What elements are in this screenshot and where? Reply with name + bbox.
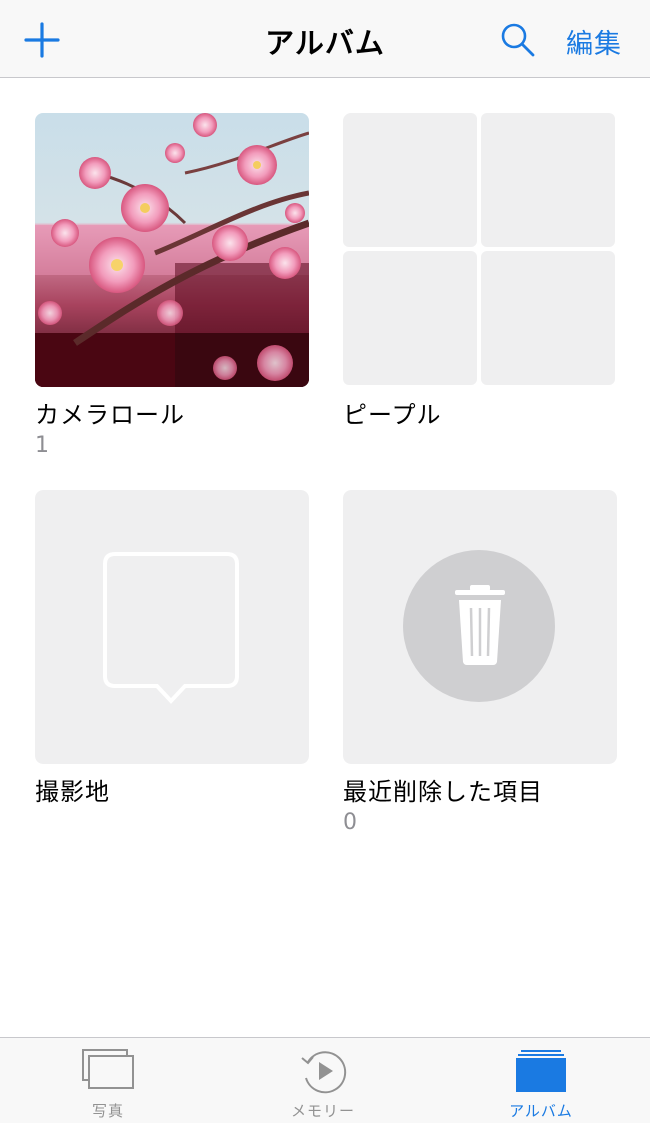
places-thumbnail[interactable]: [35, 490, 309, 764]
search-icon: [501, 23, 535, 57]
albums-screen: アルバム 編集 カメラロール 1 ピープル 撮影地 最近削除した項目 0 写真 …: [0, 0, 650, 1123]
album-people[interactable]: ピープル: [343, 113, 617, 429]
tab-label: メモリー: [290, 1102, 355, 1120]
tab-bar: 写真 メモリー アルバム: [0, 1037, 650, 1123]
edit-button[interactable]: 編集: [566, 22, 622, 61]
album-places[interactable]: 撮影地: [35, 490, 309, 806]
people-placeholder-cell: [481, 113, 615, 247]
album-title: カメラロール: [35, 401, 185, 429]
album-title: 撮影地: [35, 778, 110, 806]
album-count: 0: [343, 810, 357, 835]
trash-icon: [403, 550, 555, 702]
people-placeholder-cell: [343, 251, 477, 385]
photos-icon: [82, 1049, 134, 1089]
album-recently-deleted[interactable]: 最近削除した項目 0: [343, 490, 617, 835]
tab-label: アルバム: [509, 1102, 573, 1120]
cherry-blossom-photo: [35, 113, 309, 387]
page-title: アルバム: [265, 26, 385, 60]
camera-roll-thumbnail[interactable]: [35, 113, 309, 387]
search-button[interactable]: [500, 22, 536, 58]
albums-icon: [516, 1050, 566, 1092]
tab-memories[interactable]: メモリー: [248, 1038, 398, 1123]
navigation-bar: アルバム 編集: [0, 0, 650, 78]
album-title: 最近削除した項目: [343, 778, 543, 806]
tab-label: 写真: [91, 1102, 124, 1120]
tab-photos[interactable]: 写真: [33, 1038, 183, 1123]
tab-albums[interactable]: アルバム: [466, 1038, 616, 1123]
album-title: ピープル: [343, 401, 442, 429]
recently-deleted-thumbnail[interactable]: [343, 490, 617, 764]
people-placeholder-cell: [343, 113, 477, 247]
memories-icon: [301, 1051, 347, 1094]
people-placeholder-cell: [481, 251, 615, 385]
map-pin-icon: [103, 552, 239, 704]
people-thumbnail[interactable]: [343, 113, 617, 387]
album-camera-roll[interactable]: カメラロール 1: [35, 113, 309, 458]
album-count: 1: [35, 433, 49, 458]
